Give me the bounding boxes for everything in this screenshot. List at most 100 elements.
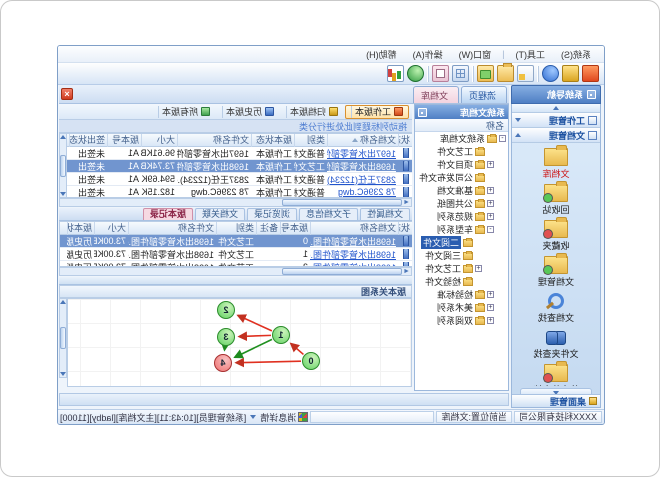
column-header[interactable]: 大小 [94,222,128,235]
document-row[interactable]: 1697出水管零部件图.dwg 普通文档 工作版本 1697出水管零部件图.dw… [60,147,412,160]
toolbar-separator[interactable] [472,66,474,82]
globe-icon[interactable] [407,65,424,82]
document-name-link[interactable]: 1698出水管零部件图.dwg [310,235,398,248]
menu-item[interactable]: | [500,48,506,60]
tree-expander-icon[interactable]: + [487,213,494,220]
tree-expander-icon[interactable]: - [487,226,494,233]
sidebar-item-folder-search[interactable]: 文件夹查找 [512,327,600,361]
folder-yellow-icon[interactable] [497,65,514,82]
graph-vertical-scrollbar[interactable] [59,298,67,378]
tree-expander-icon[interactable]: + [487,304,494,311]
stop-icon[interactable] [582,65,599,82]
version-node-1[interactable]: 1 [272,326,290,344]
scrollbar-thumb[interactable] [282,268,402,275]
tab-document-properties[interactable]: 文档属性 [360,208,410,220]
column-header[interactable]: 文档名称 [327,134,398,147]
pin-icon[interactable] [587,90,596,99]
close-tab-button[interactable]: × [61,88,73,100]
document-name-link[interactable]: 2837王任(12234).dwg [327,173,398,186]
scrollbar-thumb[interactable] [282,199,402,206]
sidebar-item-recycle-bin[interactable]: 回收站 [512,183,600,217]
view-grid-icon[interactable] [452,65,469,82]
tree-item[interactable]: + 工艺文件 [415,262,508,275]
column-header[interactable]: 版本状态 [67,222,94,235]
document-name-link[interactable]: 1698出水管零部件图.dwg [310,248,398,261]
tree-item[interactable]: 检验文件 [415,275,508,288]
column-header[interactable]: 类别 [216,222,256,235]
chart-icon[interactable] [387,65,404,82]
menu-item[interactable]: 窗口(W) [452,47,499,62]
folder-open-icon[interactable] [477,65,494,82]
tree-item[interactable]: 工艺文件 [415,145,508,158]
version-node-2[interactable]: 2 [217,301,235,319]
scroll-left-icon[interactable]: ◄ [402,268,411,275]
menu-item[interactable]: 工具(T) [509,47,553,62]
sidebar-item-document-search[interactable]: 文档查找 [512,291,600,325]
tree-item[interactable]: + 检验标准 [415,288,508,301]
tree-expander-icon[interactable]: - [499,135,506,142]
tree-item[interactable]: + 公共图纸 [415,197,508,210]
tree-item[interactable]: - 系统文档库 [415,132,508,145]
column-header[interactable]: 状态图 [398,134,412,147]
group-by-panel[interactable]: 拖动列标题到此处进行分类 [59,120,412,133]
filter-history-versions[interactable]: 历史版本 [217,105,279,119]
column-header[interactable]: 文档名称 [310,222,398,235]
tab-document-library[interactable]: 文档库 [413,86,459,103]
filter-archived-versions[interactable]: 归档版本 [281,105,343,119]
document-row[interactable]: 1698出水管零部件图.dwg 工艺文件 工作版本 1698出水管零部件图.dw… [60,160,412,173]
column-header[interactable]: 文件名称 [177,134,251,147]
column-header[interactable]: 大小 [141,134,177,147]
help-globe-icon[interactable] [542,65,559,82]
view-card-icon[interactable] [432,65,449,82]
tree-expander-icon[interactable]: + [487,161,494,168]
tree-item[interactable]: 二阅文件 [415,236,508,249]
horizontal-scrollbar[interactable]: ◄ [59,198,412,207]
scroll-down-icon[interactable] [60,192,66,196]
lock-icon[interactable] [562,65,579,82]
scrollbar-thumb[interactable] [60,155,66,177]
column-header[interactable]: 版本号 [107,134,141,147]
version-graph-canvas[interactable]: ◄ 01234 [67,298,412,387]
filter-all-versions[interactable]: 所有版本 [153,105,215,119]
version-node-4[interactable]: 4 [214,354,232,372]
tree-expander-icon[interactable]: + [475,265,482,272]
column-header[interactable]: 版本号 [280,222,310,235]
sidebar-item-checked-out-docs[interactable]: 签出的文档 [512,363,600,386]
tree-expander-icon[interactable]: + [487,200,494,207]
filter-work-versions[interactable]: 工作版本 [345,105,409,119]
column-header[interactable]: 签出状态 [69,134,107,147]
tree-item[interactable]: + 双阅系列 [415,314,508,327]
tree-item[interactable]: + 美术系列 [415,301,508,314]
tree-item[interactable]: + 项目文件 [415,158,508,171]
version-row[interactable]: 1698出水管零部件图.dwg 0 工艺文件 1698出水管零部件图.dwg 7… [60,235,412,248]
tree-item[interactable]: 公司发布文件 [415,171,508,184]
panel-splitter[interactable] [59,277,412,285]
scrollbar-thumb[interactable] [60,327,66,349]
vertical-scrollbar[interactable] [59,133,67,198]
horizontal-scrollbar[interactable]: ◄ [59,267,412,276]
tree-item[interactable]: + 基准文档 [415,184,508,197]
version-node-3[interactable]: 3 [217,328,235,346]
document-name-link[interactable]: 1698出水管零部件图.dwg [327,160,398,173]
message-label[interactable]: 消息详情 [260,411,296,424]
tree-item[interactable]: 三阅文件 [415,249,508,262]
column-header[interactable]: 文件名称 [128,222,216,235]
sidebar-item-document-library[interactable]: 文档库 [512,147,600,181]
sidebar-item-document-admin[interactable]: 文档管理 [512,255,600,289]
tree-item[interactable]: + 规范系列 [415,210,508,223]
column-header[interactable]: 类别 [294,134,327,147]
tab-workflow-page[interactable]: 流程页 [461,86,507,103]
menu-item[interactable]: 操作(A) [406,47,450,62]
version-row[interactable]: 1698出水管零部件图.dwg 1 工艺文件 1698出水管零部件图.dwg 7… [60,248,412,261]
column-header[interactable]: 版本状态 [251,134,294,147]
scroll-down-icon[interactable] [60,372,66,376]
scroll-up-icon[interactable] [60,135,66,139]
tree-column-header[interactable]: 名称 [415,119,508,132]
version-node-0[interactable]: 0 [302,352,320,370]
column-header[interactable]: 状态图 [398,222,412,235]
tree-expander-icon[interactable]: + [487,317,494,324]
sidebar-item-favorites[interactable]: 收藏夹 [512,219,600,253]
scroll-left-icon[interactable]: ◄ [402,199,411,206]
tab-document-links[interactable]: 文档关联 [195,208,245,220]
tab-subdocument-info[interactable]: 子文档信息 [299,208,358,220]
